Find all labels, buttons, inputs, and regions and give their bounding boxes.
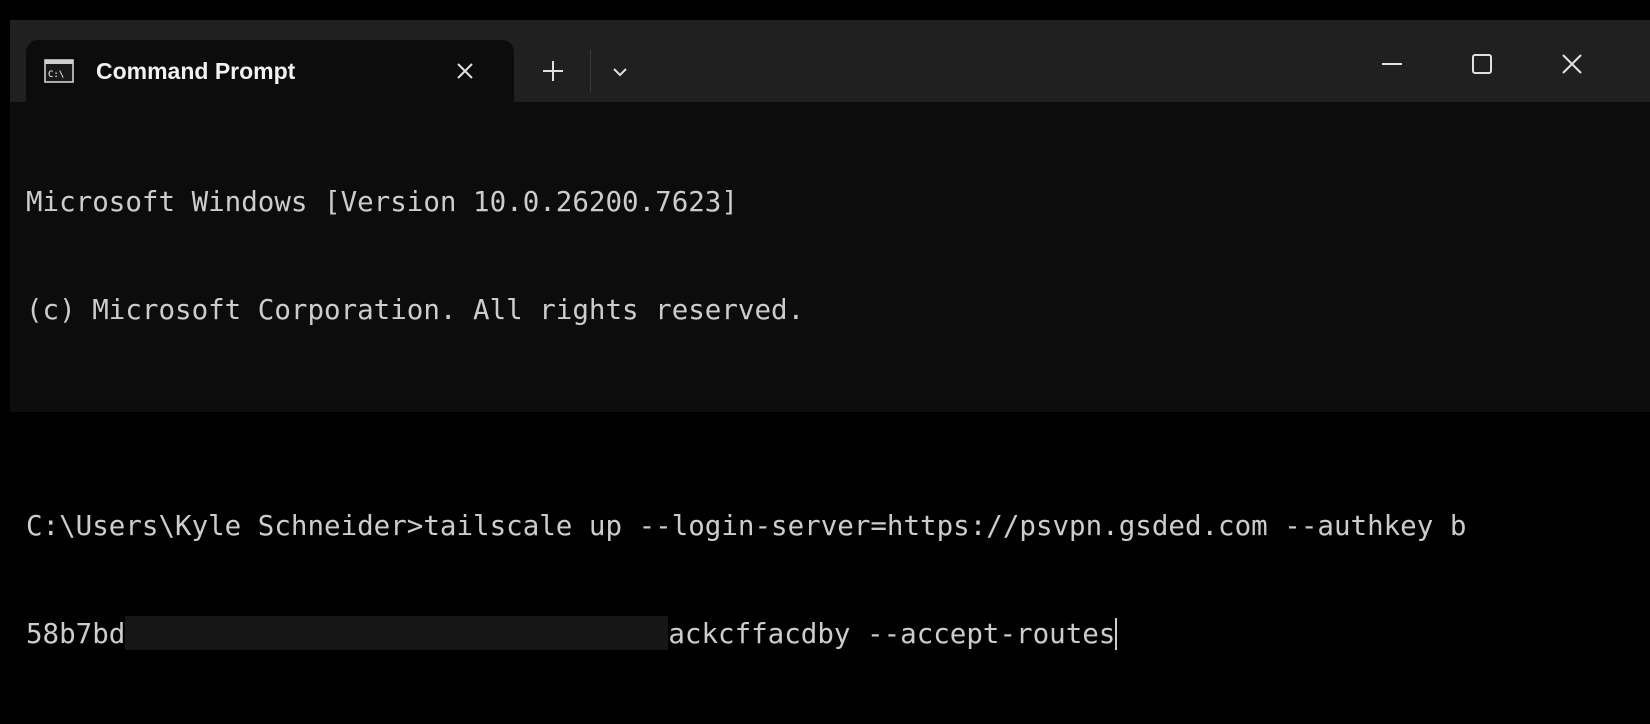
svg-text:C:\: C:\ (48, 70, 64, 80)
maximize-icon[interactable] (1462, 44, 1502, 84)
authkey-start: 58b7bd (26, 618, 126, 650)
text-cursor (1115, 618, 1118, 650)
tab-separator (590, 50, 591, 92)
chevron-down-icon[interactable] (606, 58, 634, 86)
command-line: C:\Users\Kyle Schneider>tailscale up --l… (26, 510, 1467, 542)
close-icon[interactable] (450, 56, 480, 86)
authkey-end: ackcffacdby --accept-routes (668, 618, 1116, 650)
terminal-window: C:\ Command Prompt Microsoft Windows [Ve… (10, 20, 1650, 650)
close-icon[interactable] (1552, 44, 1592, 84)
cmd-icon: C:\ (44, 59, 74, 83)
plus-icon[interactable] (538, 56, 568, 86)
terminal-output[interactable]: Microsoft Windows [Version 10.0.26200.76… (26, 112, 1646, 650)
terminal-line: (c) Microsoft Corporation. All rights re… (26, 294, 805, 326)
command-line-continued: 58b7bd ackcffacdby --accept-routes (26, 616, 1646, 652)
terminal-line: Microsoft Windows [Version 10.0.26200.76… (26, 186, 738, 218)
tab-title: Command Prompt (96, 58, 296, 84)
minimize-icon[interactable] (1372, 44, 1412, 84)
redacted-block (125, 616, 669, 650)
title-bar: C:\ Command Prompt (10, 20, 1650, 102)
